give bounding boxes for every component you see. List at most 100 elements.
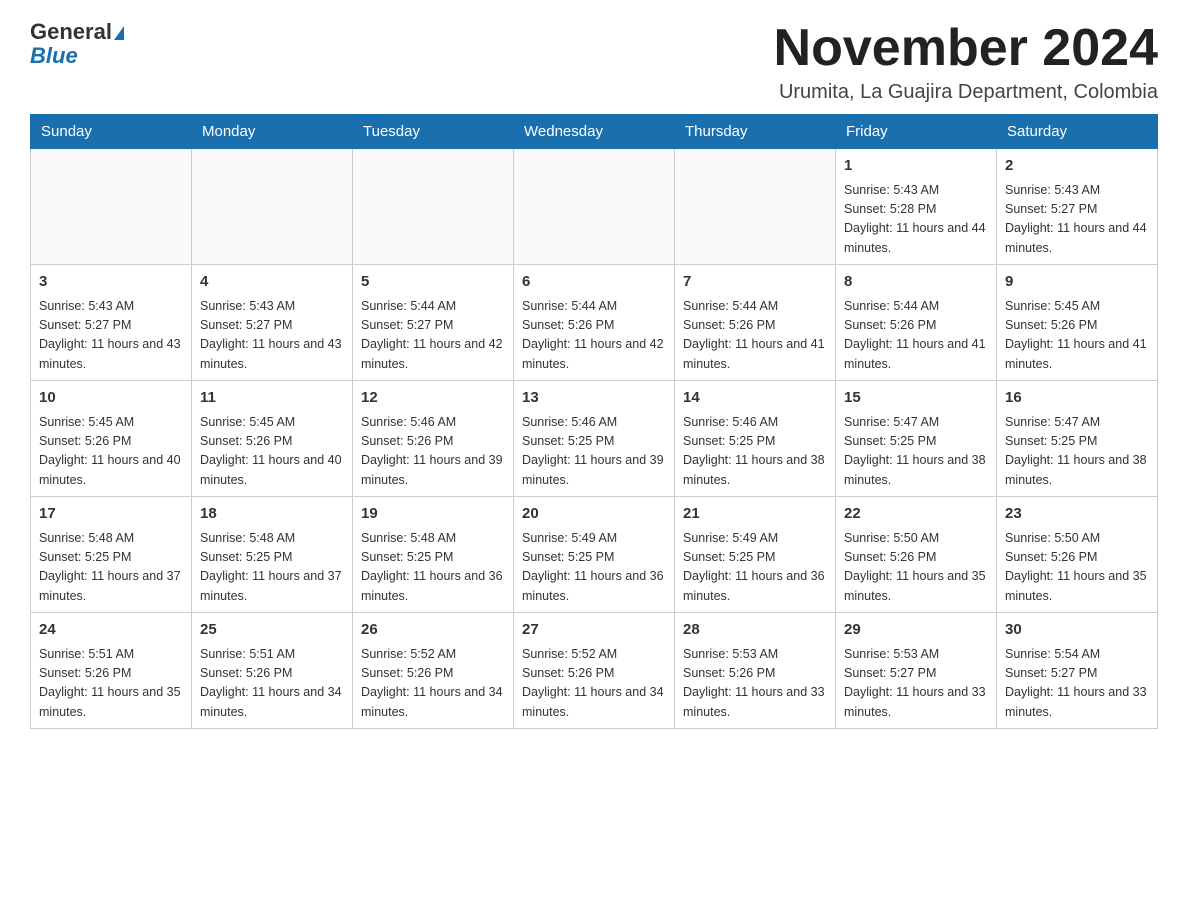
- calendar-cell: 10 Sunrise: 5:45 AMSunset: 5:26 PMDayligh…: [31, 381, 192, 497]
- calendar-cell: 23 Sunrise: 5:50 AMSunset: 5:26 PMDayligh…: [997, 497, 1158, 613]
- calendar-header: Sunday Monday Tuesday Wednesday Thursday…: [31, 115, 1158, 149]
- day-number: 16: [1005, 387, 1149, 410]
- calendar-cell: 30 Sunrise: 5:54 AMSunset: 5:27 PMDayligh…: [997, 613, 1158, 729]
- day-info: Sunrise: 5:44 AMSunset: 5:26 PMDaylight:…: [522, 297, 666, 375]
- day-info: Sunrise: 5:45 AMSunset: 5:26 PMDaylight:…: [39, 413, 183, 491]
- day-number: 21: [683, 503, 827, 526]
- logo-text: General: [30, 20, 124, 44]
- day-info: Sunrise: 5:50 AMSunset: 5:26 PMDaylight:…: [844, 529, 988, 607]
- logo-triangle-icon: [114, 26, 124, 40]
- calendar-cell: 14Sunrise: 5:46 AMSunset: 5:25 PMDayligh…: [675, 381, 836, 497]
- day-info: Sunrise: 5:46 AMSunset: 5:26 PMDaylight:…: [361, 413, 505, 491]
- logo-blue: Blue: [30, 44, 78, 68]
- day-number: 10: [39, 387, 183, 410]
- calendar-cell: 24 Sunrise: 5:51 AMSunset: 5:26 PMDayligh…: [31, 613, 192, 729]
- day-info: Sunrise: 5:48 AMSunset: 5:25 PMDaylight:…: [200, 529, 344, 607]
- calendar-cell: 21Sunrise: 5:49 AMSunset: 5:25 PMDayligh…: [675, 497, 836, 613]
- day-number: 4: [200, 271, 344, 294]
- calendar-cell: 16 Sunrise: 5:47 AMSunset: 5:25 PMDayligh…: [997, 381, 1158, 497]
- day-info: Sunrise: 5:49 AMSunset: 5:25 PMDaylight:…: [522, 529, 666, 607]
- day-number: 28: [683, 619, 827, 642]
- day-info: Sunrise: 5:43 AMSunset: 5:27 PMDaylight:…: [1005, 181, 1149, 259]
- day-number: 20: [522, 503, 666, 526]
- calendar-cell: 18 Sunrise: 5:48 AMSunset: 5:25 PMDayligh…: [192, 497, 353, 613]
- col-wednesday: Wednesday: [514, 115, 675, 149]
- day-number: 30: [1005, 619, 1149, 642]
- calendar-cell: 17 Sunrise: 5:48 AMSunset: 5:25 PMDayligh…: [31, 497, 192, 613]
- calendar-cell: 22 Sunrise: 5:50 AMSunset: 5:26 PMDayligh…: [836, 497, 997, 613]
- calendar-cell: 25Sunrise: 5:51 AMSunset: 5:26 PMDayligh…: [192, 613, 353, 729]
- day-info: Sunrise: 5:43 AMSunset: 5:27 PMDaylight:…: [39, 297, 183, 375]
- calendar-title: November 2024: [774, 20, 1158, 77]
- day-info: Sunrise: 5:43 AMSunset: 5:27 PMDaylight:…: [200, 297, 344, 375]
- col-sunday: Sunday: [31, 115, 192, 149]
- calendar-cell: 27Sunrise: 5:52 AMSunset: 5:26 PMDayligh…: [514, 613, 675, 729]
- calendar-cell: 15Sunrise: 5:47 AMSunset: 5:25 PMDayligh…: [836, 381, 997, 497]
- calendar-cell: 5Sunrise: 5:44 AMSunset: 5:27 PMDaylight…: [353, 265, 514, 381]
- calendar-cell: 1 Sunrise: 5:43 AMSunset: 5:28 PMDaylight…: [836, 149, 997, 265]
- day-number: 19: [361, 503, 505, 526]
- calendar-cell: 28 Sunrise: 5:53 AMSunset: 5:26 PMDayligh…: [675, 613, 836, 729]
- day-number: 18: [200, 503, 344, 526]
- day-number: 6: [522, 271, 666, 294]
- day-number: 17: [39, 503, 183, 526]
- calendar-cell: 19 Sunrise: 5:48 AMSunset: 5:25 PMDayligh…: [353, 497, 514, 613]
- day-info: Sunrise: 5:51 AMSunset: 5:26 PMDaylight:…: [39, 645, 183, 723]
- day-number: 13: [522, 387, 666, 410]
- day-number: 15: [844, 387, 988, 410]
- calendar-cell: 6 Sunrise: 5:44 AMSunset: 5:26 PMDaylight…: [514, 265, 675, 381]
- day-info: Sunrise: 5:43 AMSunset: 5:28 PMDaylight:…: [844, 181, 988, 259]
- col-saturday: Saturday: [997, 115, 1158, 149]
- calendar-cell: 8 Sunrise: 5:44 AMSunset: 5:26 PMDaylight…: [836, 265, 997, 381]
- day-info: Sunrise: 5:54 AMSunset: 5:27 PMDaylight:…: [1005, 645, 1149, 723]
- calendar-cell: 20 Sunrise: 5:49 AMSunset: 5:25 PMDayligh…: [514, 497, 675, 613]
- calendar-cell: 4 Sunrise: 5:43 AMSunset: 5:27 PMDaylight…: [192, 265, 353, 381]
- day-number: 1: [844, 155, 988, 178]
- day-number: 14: [683, 387, 827, 410]
- calendar-subtitle: Urumita, La Guajira Department, Colombia: [774, 81, 1158, 104]
- day-info: Sunrise: 5:53 AMSunset: 5:26 PMDaylight:…: [683, 645, 827, 723]
- day-number: 8: [844, 271, 988, 294]
- day-info: Sunrise: 5:50 AMSunset: 5:26 PMDaylight:…: [1005, 529, 1149, 607]
- calendar-cell: 12 Sunrise: 5:46 AMSunset: 5:26 PMDayligh…: [353, 381, 514, 497]
- col-thursday: Thursday: [675, 115, 836, 149]
- day-info: Sunrise: 5:48 AMSunset: 5:25 PMDaylight:…: [39, 529, 183, 607]
- day-info: Sunrise: 5:45 AMSunset: 5:26 PMDaylight:…: [1005, 297, 1149, 375]
- day-info: Sunrise: 5:52 AMSunset: 5:26 PMDaylight:…: [361, 645, 505, 723]
- calendar-cell: [31, 149, 192, 265]
- calendar-cell: 11 Sunrise: 5:45 AMSunset: 5:26 PMDayligh…: [192, 381, 353, 497]
- day-info: Sunrise: 5:45 AMSunset: 5:26 PMDaylight:…: [200, 413, 344, 491]
- day-number: 3: [39, 271, 183, 294]
- day-info: Sunrise: 5:44 AMSunset: 5:26 PMDaylight:…: [844, 297, 988, 375]
- day-number: 12: [361, 387, 505, 410]
- day-number: 22: [844, 503, 988, 526]
- day-info: Sunrise: 5:53 AMSunset: 5:27 PMDaylight:…: [844, 645, 988, 723]
- calendar-cell: 29 Sunrise: 5:53 AMSunset: 5:27 PMDayligh…: [836, 613, 997, 729]
- day-info: Sunrise: 5:47 AMSunset: 5:25 PMDaylight:…: [1005, 413, 1149, 491]
- day-info: Sunrise: 5:44 AMSunset: 5:26 PMDaylight:…: [683, 297, 827, 375]
- day-info: Sunrise: 5:51 AMSunset: 5:26 PMDaylight:…: [200, 645, 344, 723]
- calendar-cell: 26 Sunrise: 5:52 AMSunset: 5:26 PMDayligh…: [353, 613, 514, 729]
- day-number: 23: [1005, 503, 1149, 526]
- logo: General Blue: [30, 20, 124, 68]
- day-number: 24: [39, 619, 183, 642]
- day-number: 9: [1005, 271, 1149, 294]
- col-tuesday: Tuesday: [353, 115, 514, 149]
- col-monday: Monday: [192, 115, 353, 149]
- page-header: General Blue November 2024 Urumita, La G…: [30, 20, 1158, 104]
- day-info: Sunrise: 5:46 AMSunset: 5:25 PMDaylight:…: [522, 413, 666, 491]
- calendar-cell: 7 Sunrise: 5:44 AMSunset: 5:26 PMDaylight…: [675, 265, 836, 381]
- day-number: 11: [200, 387, 344, 410]
- col-friday: Friday: [836, 115, 997, 149]
- day-number: 27: [522, 619, 666, 642]
- calendar-cell: [353, 149, 514, 265]
- day-number: 7: [683, 271, 827, 294]
- day-number: 29: [844, 619, 988, 642]
- calendar-table: Sunday Monday Tuesday Wednesday Thursday…: [30, 114, 1158, 729]
- day-info: Sunrise: 5:48 AMSunset: 5:25 PMDaylight:…: [361, 529, 505, 607]
- day-number: 26: [361, 619, 505, 642]
- calendar-body: 1 Sunrise: 5:43 AMSunset: 5:28 PMDaylight…: [31, 149, 1158, 729]
- calendar-cell: [514, 149, 675, 265]
- calendar-cell: 2Sunrise: 5:43 AMSunset: 5:27 PMDaylight…: [997, 149, 1158, 265]
- calendar-cell: 9 Sunrise: 5:45 AMSunset: 5:26 PMDaylight…: [997, 265, 1158, 381]
